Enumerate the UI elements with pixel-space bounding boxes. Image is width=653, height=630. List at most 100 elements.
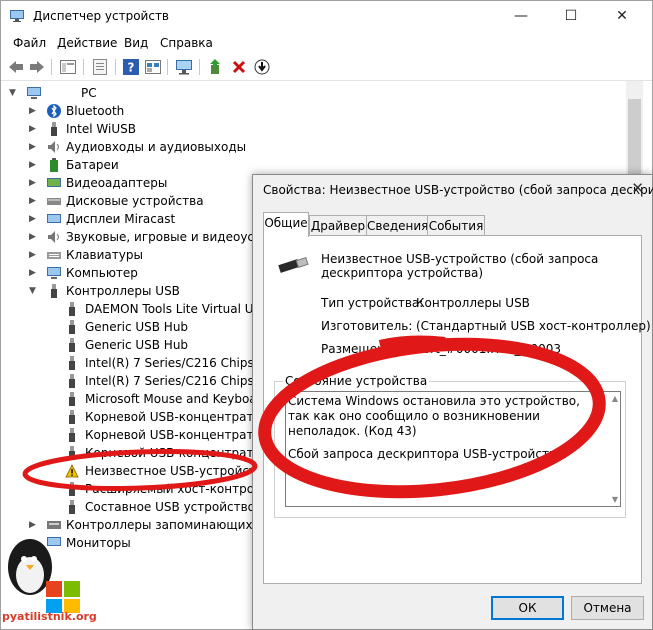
usb-plug-icon (51, 122, 57, 136)
usb-plug-icon (69, 500, 75, 514)
expand-arrow-icon[interactable]: ▶ (29, 264, 36, 282)
usb-plug-icon (69, 356, 75, 370)
collapse-arrow-icon[interactable]: ▼ (9, 84, 16, 102)
status-error-detail: Сбой запроса дескриптора USB-устройства. (288, 447, 568, 461)
expand-arrow-icon[interactable]: ▶ (29, 120, 36, 138)
minimize-button[interactable]: — (498, 1, 544, 32)
usb-device-label: Generic USB Hub (85, 338, 189, 352)
usb-device-label: Неизвестное USB-устройство ( (85, 464, 279, 478)
show-hide-tree-icon[interactable] (59, 58, 77, 76)
properties-icon[interactable] (91, 58, 109, 76)
device-name: Неизвестное USB-устройство (сбой запроса… (321, 252, 599, 280)
window-title: Диспетчер устройств (33, 9, 170, 23)
expand-arrow-icon[interactable]: ▶ (29, 246, 36, 264)
svg-text:?: ? (128, 61, 135, 75)
update-driver-icon[interactable] (207, 58, 225, 76)
toolbar-separator (115, 59, 116, 75)
toolbar: ? (1, 54, 652, 81)
sound-device-icon (48, 231, 59, 243)
expand-arrow-icon[interactable]: ▶ (29, 210, 36, 228)
usb-device-label: DAEMON Tools Lite Virtual USB (85, 302, 270, 316)
keyboard-icon (47, 252, 61, 259)
tree-category-label: Контроллеры USB (66, 284, 180, 298)
ok-button[interactable]: ОК (491, 596, 564, 620)
tree-category-label: Клавиатуры (66, 248, 143, 262)
close-button[interactable]: ✕ (599, 1, 645, 32)
expand-arrow-icon[interactable]: ▶ (29, 174, 36, 192)
usb-device-icon (278, 256, 309, 273)
tab-general[interactable]: Общие (263, 212, 309, 237)
cancel-button[interactable]: Отмена (571, 596, 644, 620)
menu-file[interactable]: Файл (13, 36, 46, 50)
tab-events[interactable]: События (427, 215, 485, 236)
expand-arrow-icon[interactable]: ▶ (29, 138, 36, 156)
tree-category-label: Батареи (66, 158, 119, 172)
usb-plug-icon (69, 302, 75, 316)
expand-arrow-icon[interactable]: ▶ (29, 156, 36, 174)
device-status-textbox[interactable]: Система Windows остановила это устройств… (285, 391, 621, 507)
usb-device-label: Корневой USB-концентратор (85, 428, 269, 442)
collapse-arrow-icon[interactable]: ▼ (29, 282, 36, 300)
menu-action[interactable]: Действие (57, 36, 117, 50)
scan-hardware-icon[interactable] (253, 58, 271, 76)
location-value: Port_#0001.Hub_#0003 (416, 342, 562, 356)
computer-icon (47, 267, 61, 279)
tab-driver[interactable]: Драйвер (309, 215, 367, 236)
back-icon[interactable] (7, 58, 25, 76)
scroll-up-arrow-icon[interactable]: ▲ (612, 394, 618, 403)
usb-device-label: Generic USB Hub (85, 320, 189, 334)
dialog-close-button[interactable]: ✕ (631, 179, 644, 197)
miracast-display-icon (47, 214, 61, 223)
tree-category-label: Видеоадаптеры (66, 176, 168, 190)
menu-bar: Файл Действие Вид Справка (1, 32, 652, 54)
uninstall-icon[interactable] (230, 58, 248, 76)
forward-icon[interactable] (28, 58, 46, 76)
tree-root-label: PC (81, 86, 97, 100)
menu-help[interactable]: Справка (160, 36, 213, 50)
maximize-button[interactable]: ☐ (548, 1, 594, 32)
computer-icon (27, 87, 41, 99)
title-bar: Диспетчер устройств — ☐ ✕ (1, 1, 652, 32)
disk-drive-icon (47, 198, 61, 205)
properties-dialog: Свойства: Неизвестное USB-устройство (сб… (252, 174, 653, 630)
help-icon[interactable]: ? (122, 58, 140, 76)
usb-plug-icon (69, 338, 75, 352)
battery-icon (50, 158, 58, 172)
scroll-down-arrow-icon[interactable]: ▼ (612, 495, 618, 504)
manufacturer-label: Изготовитель: (321, 319, 413, 333)
usb-device-label: Корневой USB-концентратор ( (85, 446, 277, 460)
usb-plug-icon (69, 374, 75, 388)
status-message: Система Windows остановила это устройств… (288, 394, 580, 438)
usb-device-label: Составное USB устройство (85, 500, 256, 514)
watermark-text: pyatilistnik.org (2, 610, 97, 623)
warning-icon (65, 464, 79, 478)
expand-arrow-icon[interactable]: ▶ (29, 102, 36, 120)
manufacturer-value: (Стандартный USB хост-контроллер) (416, 319, 651, 333)
tree-category-label: Аудиовходы и аудиовыходы (66, 140, 247, 154)
device-status-text: Система Windows остановила это устройств… (288, 394, 588, 462)
expand-arrow-icon[interactable]: ▶ (29, 228, 36, 246)
usb-plug-icon (69, 446, 75, 460)
toolbar-separator (83, 59, 84, 75)
bluetooth-icon (47, 104, 61, 118)
tab-details[interactable]: Сведения (366, 215, 428, 236)
view-icon[interactable] (144, 58, 162, 76)
tree-category-label: Bluetooth (66, 104, 125, 118)
monitor-icon[interactable] (175, 58, 193, 76)
toolbar-separator (51, 59, 52, 75)
tree-category-label: Компьютер (66, 266, 138, 280)
device-manager-icon (10, 10, 24, 22)
usb-device-label: Расширяемый хост-контролле (85, 482, 277, 496)
dialog-title: Свойства: Неизвестное USB-устройство (сб… (263, 183, 653, 197)
storage-controller-icon (47, 521, 61, 529)
expand-arrow-icon[interactable]: ▶ (29, 516, 36, 534)
expand-arrow-icon[interactable]: ▶ (29, 192, 36, 210)
usb-plug-icon (69, 482, 75, 496)
speaker-icon (48, 141, 59, 153)
tree-category-label: Дисковые устройства (66, 194, 204, 208)
menu-view[interactable]: Вид (124, 36, 148, 50)
usb-device-label: Корневой USB-концентратор (85, 410, 269, 424)
device-type-label: Тип устройства: (321, 296, 424, 310)
location-label: Размещение: (321, 342, 405, 356)
usb-plug-icon (69, 392, 75, 406)
